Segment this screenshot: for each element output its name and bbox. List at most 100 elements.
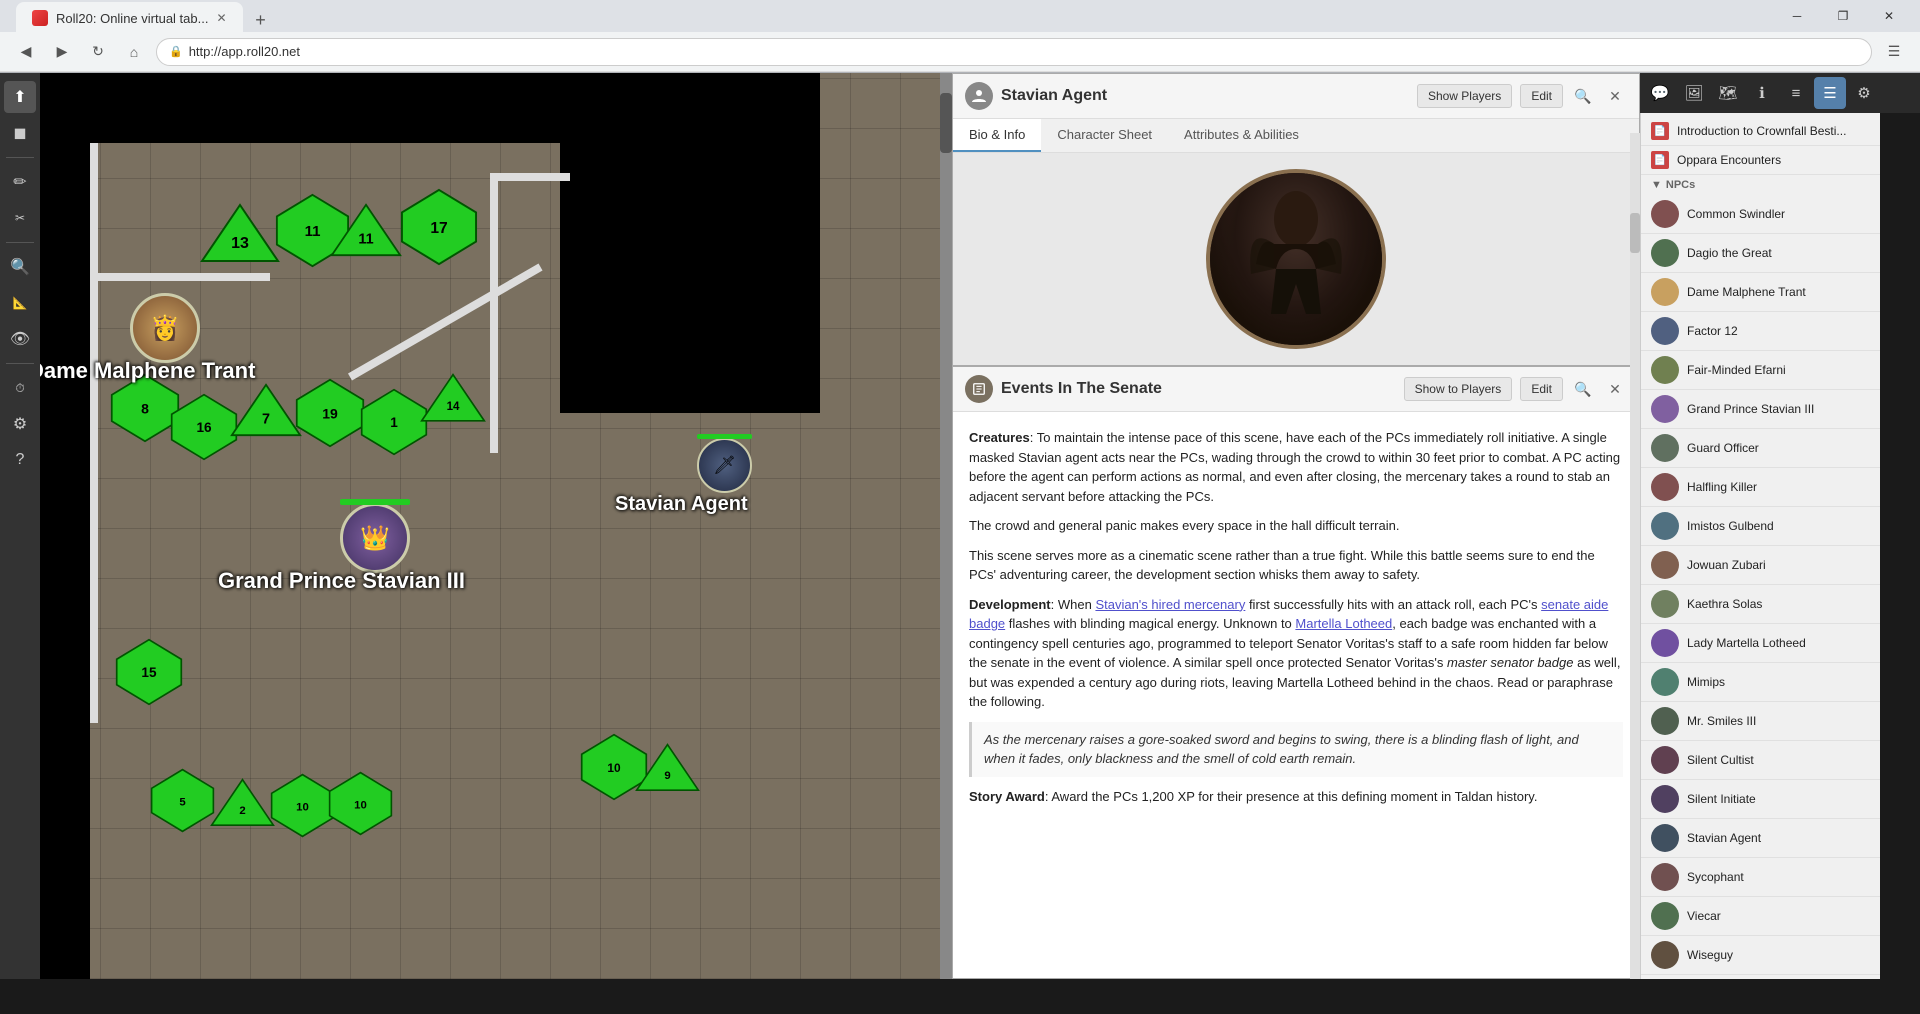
vtt-canvas[interactable]: ⬆ ◼ ✏ ✂ 🔍 📐 👁 ⏱ ⚙ ? 13 11 [0,73,940,979]
toolbar-sep-2 [6,242,34,243]
eye-tool-btn[interactable]: 👁 [4,323,36,355]
npc-viecar[interactable]: Viecar [1641,897,1880,936]
settings-tool-btn[interactable]: ⚙ [4,408,36,440]
npc-dame-label: Dame Malphene Trant [1687,285,1806,299]
npc-stavian-agent[interactable]: Stavian Agent [1641,819,1880,858]
events-p5: Story Award: Award the PCs 1,200 XP for … [969,787,1623,807]
mercenary-link[interactable]: Stavian's hired mercenary [1095,597,1245,612]
journal-item-oppara[interactable]: 📄 Oppara Encounters [1641,146,1880,175]
events-scrollbar[interactable] [1630,366,1640,979]
map-scrollbar-thumb[interactable] [940,93,952,153]
show-players-btn[interactable]: Show Players [1417,84,1512,108]
search-char-btn[interactable]: 🔍 [1571,84,1595,108]
clock-tool-btn[interactable]: ⏱ [4,372,36,404]
npc-dagio[interactable]: Dagio the Great [1641,234,1880,273]
tab-bio[interactable]: Bio & Info [953,119,1041,152]
fog-tool-btn[interactable]: ◼ [4,117,36,149]
token-agent[interactable]: 🗡 [697,438,752,493]
martella-link[interactable]: Martella Lotheed [1295,616,1392,631]
npc-factor12[interactable]: Factor 12 [1641,312,1880,351]
draw-tool-btn[interactable]: ✏ [4,166,36,198]
edit-char-btn[interactable]: Edit [1520,84,1563,108]
erase-tool-btn[interactable]: ✂ [4,202,36,234]
journal-item-intro[interactable]: 📄 Introduction to Crownfall Besti... [1641,117,1880,146]
token-dame[interactable]: 👸 [130,293,200,363]
close-char-btn[interactable]: ✕ [1603,84,1627,108]
toolbar-sep-3 [6,363,34,364]
search-events-btn[interactable]: 🔍 [1571,377,1595,401]
measure-tool-btn[interactable]: 📐 [4,287,36,319]
avatar-factor12 [1651,317,1679,345]
journal-icon-btn[interactable]: ☰ [1814,77,1846,109]
extensions-btn[interactable]: ☰ [1880,38,1908,66]
npc-guard-officer[interactable]: Guard Officer [1641,429,1880,468]
info-icon-btn[interactable]: ℹ [1746,77,1778,109]
health-bar-agent [697,434,752,439]
npc-dame[interactable]: Dame Malphene Trant [1641,273,1880,312]
npc-wiseguy[interactable]: Wiseguy [1641,936,1880,975]
svg-text:17: 17 [430,220,447,237]
npc-fairminded[interactable]: Fair-Minded Efarni [1641,351,1880,390]
dice-mid-2: 16 [170,393,238,466]
svg-text:13: 13 [231,235,249,252]
edit-events-btn[interactable]: Edit [1520,377,1563,401]
new-tab-btn[interactable]: + [247,6,275,34]
portrait-icon-btn[interactable]: 🖼 [1678,77,1710,109]
map-scrollbar[interactable] [940,73,952,979]
cursor-tool-btn[interactable]: ⬆ [4,81,36,113]
npc-imistos[interactable]: Imistos Gulbend [1641,507,1880,546]
events-p1: Creatures: To maintain the intense pace … [969,428,1623,506]
maximize-btn[interactable]: ❐ [1820,0,1866,32]
events-p2: The crowd and general panic makes every … [969,516,1623,536]
tab-attrs[interactable]: Attributes & Abilities [1168,119,1315,152]
npc-sycophant-label: Sycophant [1687,870,1744,884]
address-bar[interactable]: 🔒 http://app.roll20.net [156,38,1872,66]
npc-mimips[interactable]: Mimips [1641,663,1880,702]
text-icon-btn[interactable]: ≡ [1780,77,1812,109]
token-stavian[interactable]: 👑 [340,503,410,573]
char-panel-title: Stavian Agent [1001,87,1409,105]
npc-mr-smiles[interactable]: Mr. Smiles III [1641,702,1880,741]
show-players-events-btn[interactable]: Show to Players [1404,377,1513,401]
npc-lady-martella-label: Lady Martella Lotheed [1687,636,1806,650]
avatar-wiseguy [1651,941,1679,969]
dice-fr-2: 9 [635,743,700,813]
npc-silent-initiate[interactable]: Silent Initiate [1641,780,1880,819]
help-tool-btn[interactable]: ? [4,444,36,476]
char-panel: Stavian Agent Show Players Edit 🔍 ✕ Bio … [952,73,1640,366]
npc-grandprince[interactable]: Grand Prince Stavian III [1641,390,1880,429]
char-portrait-area [953,153,1639,365]
close-btn[interactable]: ✕ [1866,0,1912,32]
chat-icon-btn[interactable]: 💬 [1644,77,1676,109]
zoom-tool-btn[interactable]: 🔍 [4,251,36,283]
browser-tab-active[interactable]: Roll20: Online virtual tab... ✕ [16,2,243,34]
npc-silent-cultist[interactable]: Silent Cultist [1641,741,1880,780]
npc-common-swindler[interactable]: Common Swindler [1641,195,1880,234]
close-events-btn[interactable]: ✕ [1603,377,1627,401]
npc-kaethra[interactable]: Kaethra Solas [1641,585,1880,624]
r20-settings-btn[interactable]: ⚙ [1848,77,1880,109]
forward-btn[interactable]: ▶ [48,38,76,66]
avatar-dame [1651,278,1679,306]
npc-lady-martella[interactable]: Lady Martella Lotheed [1641,624,1880,663]
avatar-jowuan [1651,551,1679,579]
npc-jowuan[interactable]: Jowuan Zubari [1641,546,1880,585]
journal-intro-label: Introduction to Crownfall Besti... [1677,124,1846,138]
stavian-label: Grand Prince Stavian III [218,568,465,594]
reload-btn[interactable]: ↻ [84,38,112,66]
journal-items-list: 📄 Introduction to Crownfall Besti... 📄 O… [1641,113,1880,979]
tab-close-btn[interactable]: ✕ [216,11,226,25]
dice-bot-1: 15 [115,638,183,711]
dame-label: Dame Malphene Trant [28,358,255,384]
dice-bot-5: 10 [328,771,393,841]
events-body: Creatures: To maintain the intense pace … [953,412,1639,978]
minimize-btn[interactable]: ─ [1774,0,1820,32]
map-icon-btn[interactable]: 🗺 [1712,77,1744,109]
tab-sheet[interactable]: Character Sheet [1041,119,1168,152]
npc-mr-smiles-label: Mr. Smiles III [1687,714,1756,728]
home-btn[interactable]: ⌂ [120,38,148,66]
events-panel-icon [965,375,993,403]
npc-halfling[interactable]: Halfling Killer [1641,468,1880,507]
npc-sycophant[interactable]: Sycophant [1641,858,1880,897]
back-btn[interactable]: ◀ [12,38,40,66]
